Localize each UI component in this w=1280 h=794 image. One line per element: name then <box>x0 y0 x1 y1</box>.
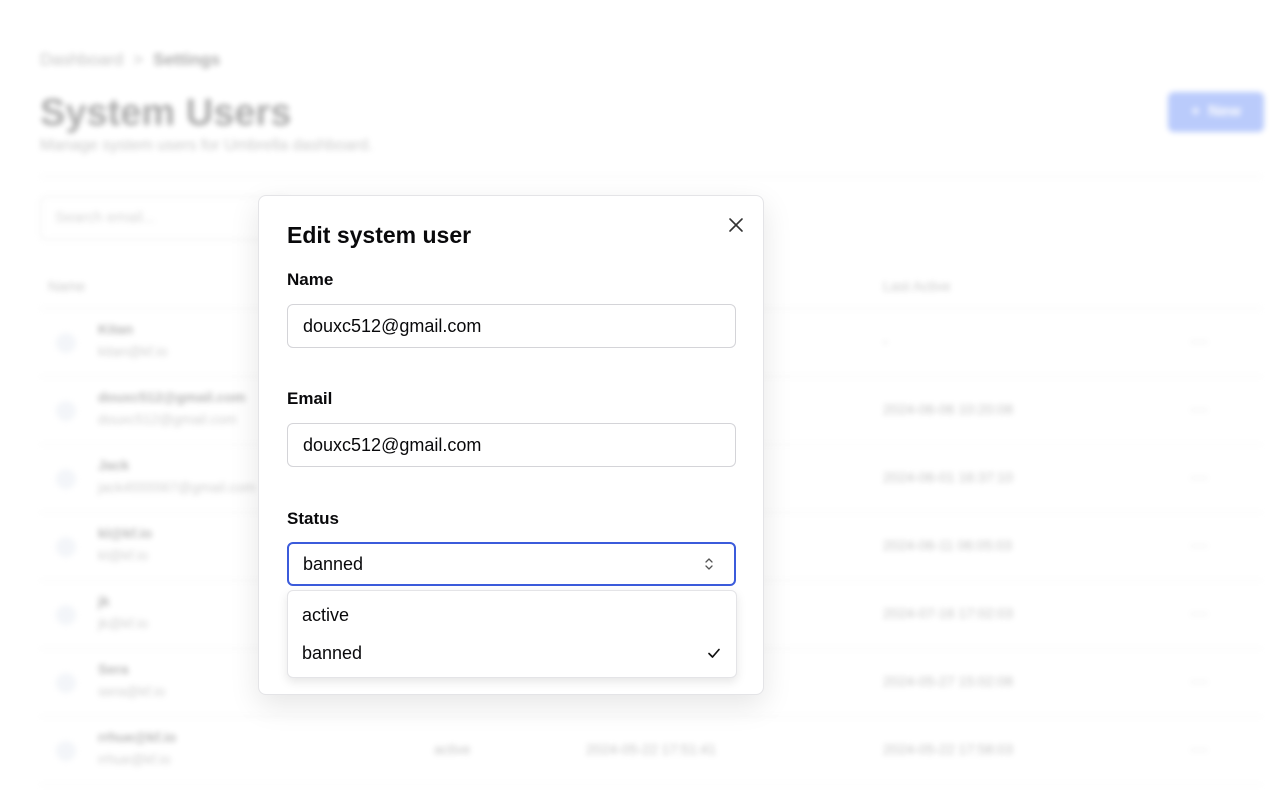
row-last-active: 2024-06-06 10:20:08 <box>883 401 1013 417</box>
avatar <box>56 469 76 489</box>
dialog-title: Edit system user <box>287 222 472 248</box>
row-name: jk <box>98 593 110 609</box>
check-icon <box>708 648 720 658</box>
row-more-icon[interactable]: ··· <box>1190 671 1208 692</box>
new-user-button[interactable]: + New <box>1168 92 1264 132</box>
status-option-banned[interactable]: banned <box>288 635 736 671</box>
avatar <box>56 537 76 557</box>
row-last-active: 2024-07-16 17:02:03 <box>883 605 1013 621</box>
row-more-icon[interactable]: ··· <box>1190 467 1208 488</box>
row-more-icon[interactable]: ··· <box>1190 331 1208 352</box>
chevron-up-down-icon <box>705 558 713 570</box>
avatar <box>56 741 76 761</box>
column-header-name: Name <box>48 278 86 294</box>
email-label: Email <box>287 389 333 408</box>
header-divider <box>40 176 1262 177</box>
row-last-active: 2024-05-27 15:02:08 <box>883 673 1013 689</box>
row-name: douxc512@gmail.com <box>98 389 246 405</box>
page-subtitle: Manage system users for Umbrella dashboa… <box>40 137 373 154</box>
close-icon[interactable] <box>727 216 745 234</box>
status-label: Status <box>287 509 339 528</box>
row-email: douxc512@gmail.com <box>98 411 237 427</box>
row-email: kitan@kf.io <box>98 343 168 359</box>
row-email: jack4555567@gmail.com <box>98 479 256 495</box>
row-more-icon[interactable]: ··· <box>1190 739 1208 760</box>
status-select-value: banned <box>303 554 364 574</box>
page-title: System Users <box>40 92 292 134</box>
row-status[interactable]: active <box>434 741 471 757</box>
avatar <box>56 673 76 693</box>
row-name: kl@kf.io <box>98 525 153 541</box>
breadcrumb-current: Settings <box>153 50 221 69</box>
status-option-label: banned <box>302 643 363 663</box>
row-more-icon[interactable]: ··· <box>1190 535 1208 556</box>
row-last-active: 2024-05-22 17:58:03 <box>883 741 1013 757</box>
row-email: kl@kf.io <box>98 547 148 563</box>
row-name: Jack <box>98 457 130 473</box>
breadcrumb-root[interactable]: Dashboard <box>40 50 123 69</box>
status-option-label: active <box>302 605 350 625</box>
plus-icon: + <box>1190 103 1201 120</box>
row-email: rrhue@kf.io <box>98 751 171 767</box>
row-name: Sera <box>98 661 129 677</box>
table-row[interactable]: rrhue@kf.io rrhue@kf.io active 2024-05-22 1… <box>40 717 1262 785</box>
status-options-listbox: active banned <box>287 590 737 678</box>
row-created: 2024-05-22 17:51:41 <box>586 741 716 757</box>
row-email: sera@kf.io <box>98 683 166 699</box>
status-option-active[interactable]: active <box>288 597 736 633</box>
name-label: Name <box>287 270 334 289</box>
row-more-icon[interactable]: ··· <box>1190 399 1208 420</box>
new-user-button-label: New <box>1208 103 1242 120</box>
avatar <box>56 605 76 625</box>
search-input[interactable]: Search email... <box>40 196 290 240</box>
name-input[interactable]: douxc512@gmail.com <box>287 304 736 348</box>
row-name: Kitan <box>98 321 133 337</box>
breadcrumb-separator: > <box>133 50 144 69</box>
row-email: jk@kf.io <box>98 615 148 631</box>
avatar <box>56 333 76 353</box>
row-last-active: - <box>883 333 888 349</box>
row-more-icon[interactable]: ··· <box>1190 603 1208 624</box>
row-last-active: 2024-06-01 16:37:10 <box>883 469 1013 485</box>
column-header-last-active: Last Active <box>883 278 951 294</box>
status-select[interactable]: banned <box>287 542 736 586</box>
email-input[interactable]: douxc512@gmail.com <box>287 423 736 467</box>
row-last-active: 2024-06-11 06:05:03 <box>883 537 1012 553</box>
avatar <box>56 401 76 421</box>
breadcrumb: Dashboard > Settings <box>40 50 220 70</box>
row-name: rrhue@kf.io <box>98 729 177 745</box>
